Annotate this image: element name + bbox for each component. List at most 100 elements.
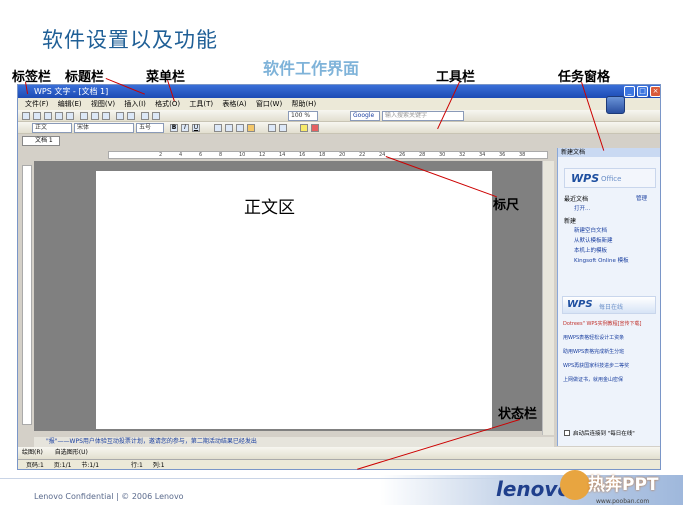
save-icon[interactable] — [44, 112, 52, 120]
local-template-link[interactable]: 本机上的模板 — [574, 246, 607, 254]
callout-body-area: 正文区 — [244, 198, 295, 218]
align-right-icon[interactable] — [236, 124, 244, 132]
autoshape-menu[interactable]: 自选图形(U) — [55, 449, 88, 456]
align-left-icon[interactable] — [214, 124, 222, 132]
minimize-button[interactable]: _ — [624, 86, 635, 97]
menu-view[interactable]: 视图(V) — [91, 98, 115, 110]
preview-icon[interactable] — [66, 112, 74, 120]
new-icon[interactable] — [22, 112, 30, 120]
numbering-icon[interactable] — [268, 124, 276, 132]
callout-task-pane: 任务窗格 — [558, 70, 611, 85]
draw-menu[interactable]: 绘图(R) — [22, 449, 43, 456]
task-pane: 新建文档 WPS Office 最近文档 管理 打开... 新建 新建空白文档 … — [557, 148, 660, 446]
task-pane-header[interactable]: 新建文档 — [558, 148, 660, 157]
status-section: 节:1/1 — [81, 462, 100, 469]
font-select[interactable]: 宋体 — [74, 123, 134, 133]
window-title: WPS 文字 - [文档 1] — [34, 87, 109, 96]
drawing-toolbar: 绘图(R) 自选图形(U) — [18, 447, 660, 459]
chart-icon[interactable] — [152, 112, 160, 120]
vertical-scrollbar[interactable] — [542, 161, 554, 435]
search-engine-select[interactable]: Google — [350, 111, 380, 121]
italic-icon[interactable]: I — [181, 124, 189, 132]
open-icon[interactable] — [33, 112, 41, 120]
ruler-tick: 32 — [459, 152, 466, 158]
table-icon[interactable] — [141, 112, 149, 120]
ruler-tick: 16 — [299, 152, 306, 158]
menu-tools[interactable]: 工具(T) — [189, 98, 213, 110]
menu-help[interactable]: 帮助(H) — [291, 98, 316, 110]
ruler-tick: 22 — [359, 152, 366, 158]
title-bar[interactable]: WPS 文字 - [文档 1] _ □ × — [18, 85, 660, 98]
font-size-select[interactable]: 五号 — [136, 123, 164, 133]
print-icon[interactable] — [55, 112, 63, 120]
vertical-ruler[interactable] — [22, 165, 32, 425]
open-link[interactable]: 打开... — [574, 204, 590, 212]
status-column: 列:1 — [152, 462, 165, 469]
app-logo-icon — [606, 96, 625, 114]
startup-check-label: 启动后连接到 "每日在线" — [573, 431, 635, 437]
news-item[interactable]: WPS再获国家科技进步二等奖 — [563, 362, 629, 369]
news-item[interactable]: 助用WPS表格完成新生分班 — [563, 348, 624, 355]
ruler-tick: 6 — [199, 152, 203, 158]
ruler-tick: 8 — [219, 152, 223, 158]
ruler-tick: 24 — [379, 152, 386, 158]
slide-title: 软件设置以及功能 — [42, 28, 218, 52]
redo-icon[interactable] — [127, 112, 135, 120]
ruler-tick: 2 — [159, 152, 163, 158]
ruler-tick: 30 — [439, 152, 446, 158]
close-button[interactable]: × — [650, 86, 660, 97]
zoom-select[interactable]: 100 % — [288, 111, 318, 121]
new-default-template-link[interactable]: 从默认模板新建 — [574, 236, 613, 244]
undo-icon[interactable] — [116, 112, 124, 120]
manage-link[interactable]: 管理 — [636, 194, 647, 202]
status-pages: 页:1/1 — [53, 462, 72, 469]
search-input[interactable]: 输入搜索关键字 — [382, 111, 464, 121]
font-color-icon[interactable] — [311, 124, 319, 132]
menu-window[interactable]: 窗口(W) — [256, 98, 282, 110]
ruler-tick: 36 — [499, 152, 506, 158]
bold-icon[interactable]: B — [170, 124, 178, 132]
horizontal-ruler[interactable]: 2 4 6 8 10 12 14 16 18 20 22 24 26 28 30… — [108, 151, 548, 159]
ruler-tick: 20 — [339, 152, 346, 158]
highlight-icon[interactable] — [300, 124, 308, 132]
standard-toolbar: 100 % Google 输入搜索关键字 — [18, 110, 660, 122]
ruler-tick: 18 — [319, 152, 326, 158]
callout-toolbar: 工具栏 — [436, 70, 476, 85]
news-item[interactable]: Dotrees" WPS实例教程[宣传下载] — [563, 320, 642, 327]
slide-subtitle: 软件工作界面 — [263, 59, 360, 78]
new-blank-link[interactable]: 新建空白文档 — [574, 226, 607, 234]
callout-tab-bar: 标签栏 — [12, 70, 52, 85]
recent-docs-label: 最近文档 — [564, 196, 589, 203]
align-center-icon[interactable] — [225, 124, 233, 132]
bullets-icon[interactable] — [279, 124, 287, 132]
underline-icon[interactable]: U — [192, 124, 200, 132]
brand-suffix: Office — [601, 175, 622, 183]
menu-bar: 文件(F) 编辑(E) 视图(V) 插入(I) 格式(O) 工具(T) 表格(A… — [18, 98, 660, 110]
ruler-tick: 28 — [419, 152, 426, 158]
promo-hint[interactable]: "报"——WPS用户体验互动投票计划，邀请您的参与，第二期活动结果已经发出 — [34, 437, 554, 447]
menu-edit[interactable]: 编辑(E) — [58, 98, 82, 110]
news-item[interactable]: 用WPS表格轻松设计工资条 — [563, 334, 624, 341]
paste-icon[interactable] — [102, 112, 110, 120]
menu-insert[interactable]: 插入(I) — [124, 98, 146, 110]
doc-tab[interactable]: 文档 1 — [22, 136, 60, 146]
menu-format[interactable]: 格式(O) — [155, 98, 180, 110]
menu-file[interactable]: 文件(F) — [25, 98, 49, 110]
ruler-tick: 14 — [279, 152, 286, 158]
brand-text: WPS — [571, 172, 600, 185]
confidential-note: Lenovo Confidential | © 2006 Lenovo — [34, 492, 184, 501]
ruler-tick: 26 — [399, 152, 406, 158]
daily-brand: WPS — [567, 299, 593, 310]
online-template-link[interactable]: Kingsoft Online 模板 — [574, 256, 629, 264]
news-item[interactable]: 上网做证书，就用金山密保 — [563, 376, 623, 383]
justify-icon[interactable] — [247, 124, 255, 132]
startup-checkbox[interactable] — [564, 430, 570, 436]
status-page: 页码:1 — [26, 462, 44, 469]
style-select[interactable]: 正文 — [32, 123, 72, 133]
cut-icon[interactable] — [80, 112, 88, 120]
wps-window: WPS 文字 - [文档 1] _ □ × 文件(F) 编辑(E) 视图(V) … — [17, 84, 661, 470]
ruler-tick: 4 — [179, 152, 183, 158]
menu-table[interactable]: 表格(A) — [222, 98, 246, 110]
maximize-button[interactable]: □ — [637, 86, 648, 97]
copy-icon[interactable] — [91, 112, 99, 120]
